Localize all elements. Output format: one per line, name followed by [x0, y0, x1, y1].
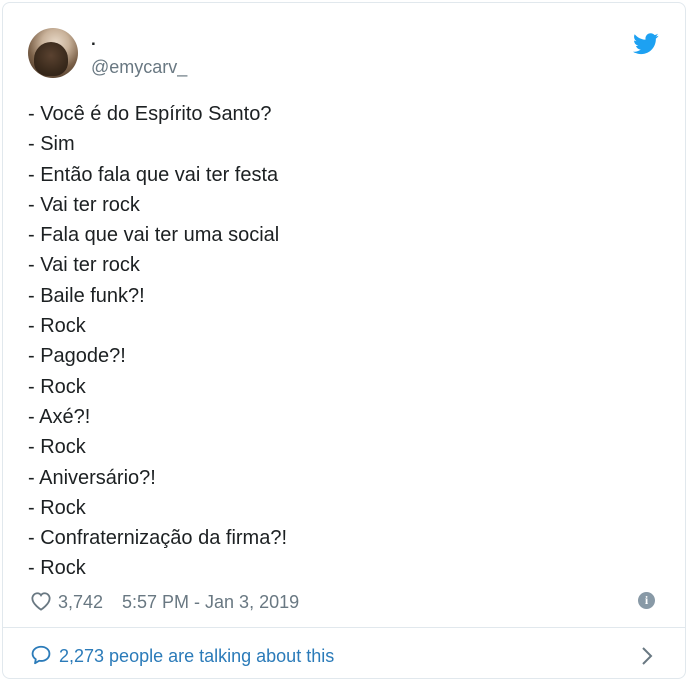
tweet-text: - Você é do Espírito Santo? - Sim - Entã…: [28, 99, 648, 584]
tweet-line: - Rock: [28, 496, 86, 519]
tweet-line: - Pagode?!: [28, 345, 126, 368]
conversation-link[interactable]: 2,273 people are talking about this: [30, 642, 670, 670]
tweet-line: - Baile funk?!: [28, 284, 145, 307]
avatar-image: [34, 42, 68, 76]
tweet-line: - Então fala que vai ter festa: [28, 163, 279, 186]
speech-bubble-icon: [31, 645, 51, 665]
tweet-timestamp[interactable]: 5:57 PM - Jan 3, 2019: [122, 591, 299, 613]
talking-count-text[interactable]: 2,273 people are talking about this: [59, 645, 334, 667]
tweet-line: - Fala que vai ter uma social: [28, 224, 280, 247]
user-handle[interactable]: @emycarv_: [91, 56, 187, 78]
tweet-line: - Vai ter rock: [28, 193, 140, 216]
tweet-line: - Aniversário?!: [28, 466, 156, 489]
tweet-line: - Rock: [28, 375, 86, 398]
tweet-line: - Confraternização da firma?!: [28, 527, 288, 550]
twitter-bird-icon[interactable]: [633, 33, 659, 55]
avatar[interactable]: [28, 28, 78, 78]
divider: [2, 627, 686, 628]
tweet-line: - Sim: [28, 133, 75, 156]
heart-icon[interactable]: [30, 591, 52, 611]
tweet-meta: 3,742 5:57 PM - Jan 3, 2019 i: [30, 589, 670, 613]
tweet-line: - Rock: [28, 557, 86, 580]
info-icon[interactable]: i: [638, 592, 655, 609]
tweet-line: - Axé?!: [28, 405, 91, 428]
tweet-line: - Rock: [28, 315, 86, 338]
chevron-right-icon[interactable]: [640, 646, 654, 666]
like-count[interactable]: 3,742: [58, 591, 103, 613]
tweet-line: - Vai ter rock: [28, 254, 140, 277]
tweet-line: - Você é do Espírito Santo?: [28, 103, 272, 125]
tweet-line: - Rock: [28, 436, 86, 459]
display-name[interactable]: .: [91, 30, 96, 50]
